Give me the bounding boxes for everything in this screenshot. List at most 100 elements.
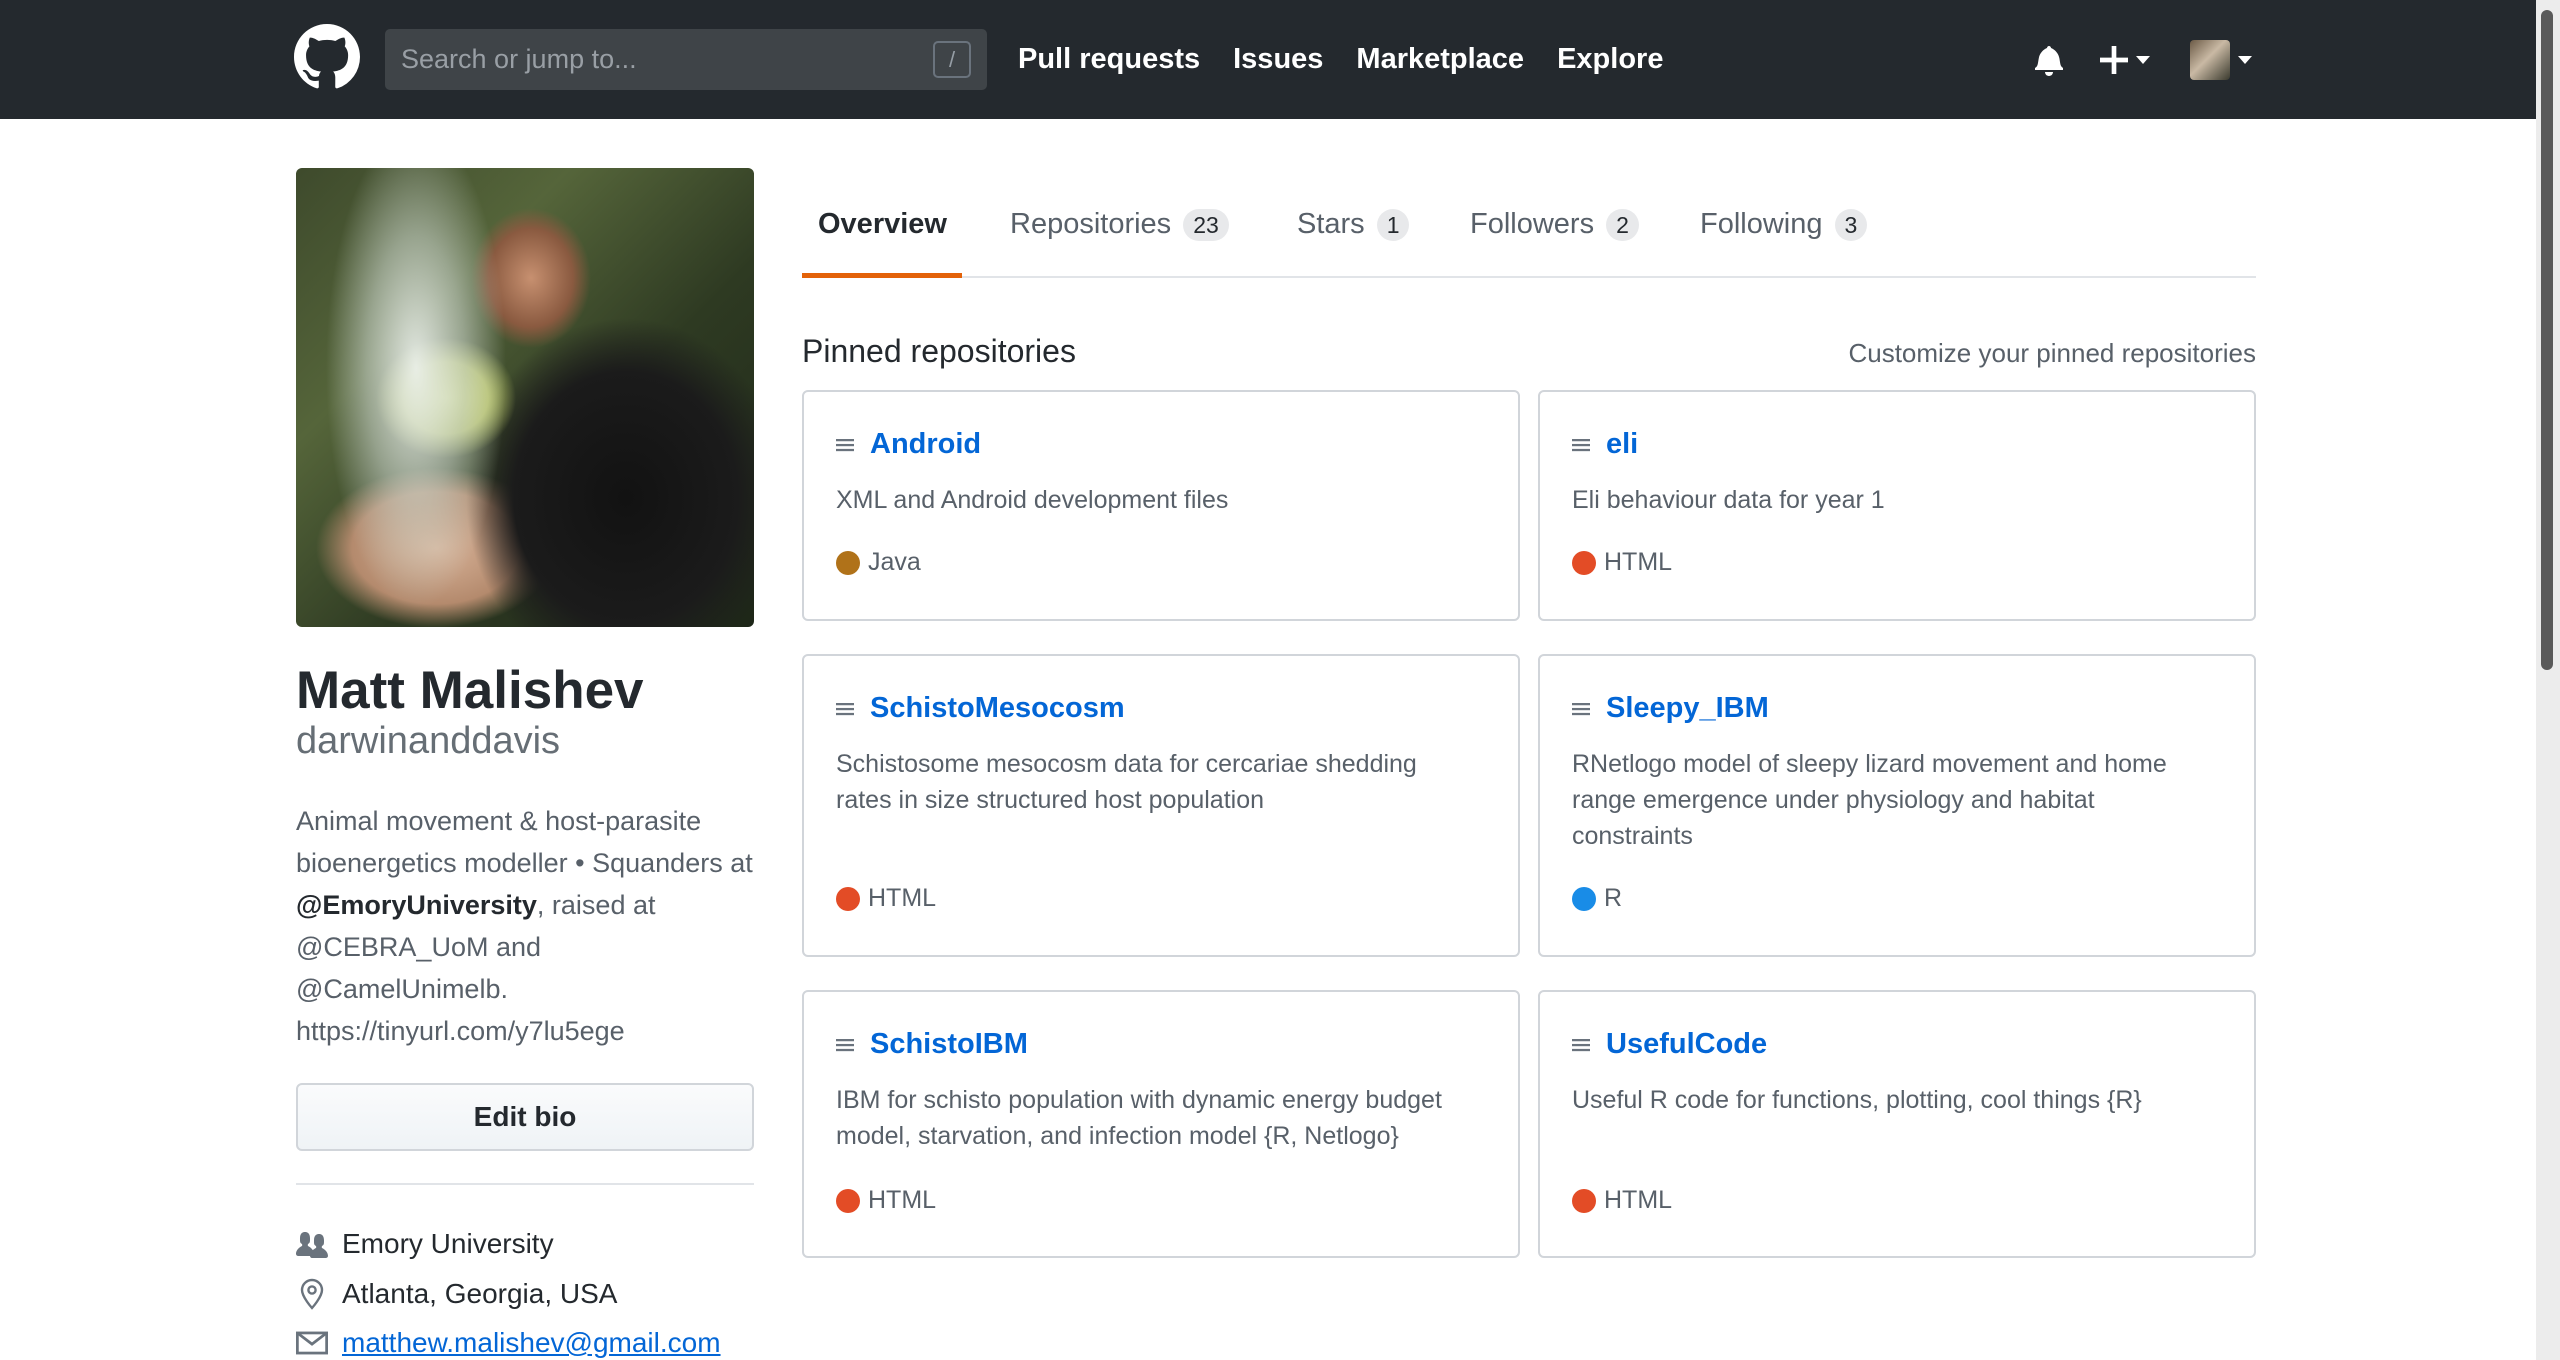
create-new-button[interactable] <box>2100 0 2150 119</box>
tab-label: Repositories <box>1010 208 1172 240</box>
repo-language: HTML <box>836 1186 936 1215</box>
repo-description: Eli behaviour data for year 1 <box>1572 486 1885 514</box>
repo-name-link[interactable]: eli <box>1606 428 1638 461</box>
repo-name-link[interactable]: SchistoIBM <box>870 1028 1028 1061</box>
drag-handle-icon[interactable] <box>836 701 854 717</box>
organization-name: Emory University <box>342 1228 554 1259</box>
repo-card: Sleepy_IBM RNetlogo model of sleepy liza… <box>1538 654 2256 957</box>
bio-mention-link[interactable]: @EmoryUniversity <box>296 890 537 920</box>
email-detail: matthew.malishev@gmail.com <box>296 1327 776 1359</box>
tab-repositories[interactable]: Repositories 23 <box>1010 208 1229 241</box>
language-name: HTML <box>868 1186 937 1214</box>
search-input[interactable] <box>401 44 921 75</box>
drag-handle-icon[interactable] <box>1572 701 1590 717</box>
github-logo-icon[interactable] <box>294 24 360 90</box>
repo-name-link[interactable]: Sleepy_IBM <box>1606 692 1769 725</box>
user-menu-button[interactable] <box>2190 0 2252 119</box>
profile-name: Matt Malishev <box>296 661 644 720</box>
tab-followers[interactable]: Followers 2 <box>1470 208 1639 241</box>
repo-card: SchistoIBM IBM for schisto population wi… <box>802 990 1520 1258</box>
chevron-down-icon <box>2238 55 2252 64</box>
tab-following[interactable]: Following 3 <box>1700 208 1868 241</box>
tabs-divider <box>802 276 2256 278</box>
language-color-dot <box>836 886 860 911</box>
repo-language: HTML <box>1572 548 1672 577</box>
language-color-dot <box>836 550 860 575</box>
bell-icon <box>2035 45 2064 76</box>
tab-overview[interactable]: Overview <box>818 208 947 241</box>
tab-stars[interactable]: Stars 1 <box>1297 208 1410 241</box>
search-box[interactable]: / <box>385 29 987 90</box>
mail-icon <box>296 1331 328 1355</box>
page-scrollbar[interactable] <box>2536 0 2560 1360</box>
selected-tab-indicator <box>802 273 962 278</box>
repo-name-link[interactable]: SchistoMesocosm <box>870 692 1125 725</box>
repo-card: eli Eli behaviour data for year 1 HTML <box>1538 390 2256 621</box>
count-badge: 3 <box>1834 208 1868 241</box>
language-color-dot <box>1572 1188 1596 1213</box>
language-name: Java <box>868 548 921 576</box>
repo-language: R <box>1572 884 1622 913</box>
nav-explore[interactable]: Explore <box>1557 43 1663 76</box>
scrollbar-thumb[interactable] <box>2541 10 2553 670</box>
drag-handle-icon[interactable] <box>836 437 854 453</box>
repo-card-header: Android <box>836 428 981 461</box>
tab-label: Stars <box>1297 208 1365 240</box>
drag-handle-icon[interactable] <box>1572 437 1590 453</box>
tab-label: Following <box>1700 208 1823 240</box>
chevron-down-icon <box>2136 55 2150 64</box>
repo-language: HTML <box>1572 1186 1672 1215</box>
repo-card: UsefulCode Useful R code for functions, … <box>1538 990 2256 1258</box>
count-badge: 2 <box>1606 208 1639 241</box>
repo-language: HTML <box>836 884 936 913</box>
repo-card-header: SchistoIBM <box>836 1028 1028 1061</box>
plus-icon <box>2100 45 2128 74</box>
language-name: HTML <box>1604 548 1673 576</box>
repo-language: Java <box>836 548 921 577</box>
location-pin-icon <box>300 1278 324 1310</box>
notifications-button[interactable] <box>2034 0 2064 119</box>
nav-issues[interactable]: Issues <box>1233 43 1323 76</box>
profile-username: darwinanddavis <box>296 720 561 762</box>
organization-detail: Emory University <box>296 1228 776 1260</box>
top-header: / Pull requests Issues Marketplace Explo… <box>0 0 2536 119</box>
pinned-repositories-title: Pinned repositories <box>802 333 1076 369</box>
repo-name-link[interactable]: Android <box>870 428 981 461</box>
repo-description: RNetlogo model of sleepy lizard movement… <box>1572 750 2167 850</box>
count-badge: 23 <box>1183 208 1229 241</box>
location-text: Atlanta, Georgia, USA <box>342 1278 618 1309</box>
repo-name-link[interactable]: UsefulCode <box>1606 1028 1767 1061</box>
edit-bio-button[interactable]: Edit bio <box>296 1083 754 1151</box>
repo-card: SchistoMesocosm Schistosome mesocosm dat… <box>802 654 1520 957</box>
customize-pinned-link[interactable]: Customize your pinned repositories <box>1848 338 2256 369</box>
repo-description: Useful R code for functions, plotting, c… <box>1572 1086 2142 1114</box>
profile-bio: Animal movement & host-parasite bioenerg… <box>296 800 756 1052</box>
divider <box>296 1183 754 1185</box>
repo-card-header: UsefulCode <box>1572 1028 1767 1061</box>
header-nav: Pull requests Issues Marketplace Explore <box>1018 0 1696 119</box>
drag-handle-icon[interactable] <box>836 1037 854 1053</box>
repo-card-header: Sleepy_IBM <box>1572 692 1769 725</box>
nav-marketplace[interactable]: Marketplace <box>1356 43 1524 76</box>
language-name: R <box>1604 884 1623 912</box>
language-name: HTML <box>1604 1186 1673 1214</box>
repo-description: IBM for schisto population with dynamic … <box>836 1086 1442 1150</box>
avatar <box>2190 39 2230 80</box>
language-name: HTML <box>868 884 937 912</box>
repo-description: XML and Android development files <box>836 486 1229 514</box>
language-color-dot <box>1572 886 1596 911</box>
language-color-dot <box>836 1188 860 1213</box>
language-color-dot <box>1572 550 1596 575</box>
location-detail: Atlanta, Georgia, USA <box>296 1278 776 1310</box>
profile-avatar[interactable] <box>296 168 754 627</box>
email-link[interactable]: matthew.malishev@gmail.com <box>342 1327 721 1359</box>
repo-card-header: eli <box>1572 428 1638 461</box>
bio-text: Animal movement & host-parasite bioenerg… <box>296 806 753 878</box>
repo-card-header: SchistoMesocosm <box>836 692 1125 725</box>
count-badge: 1 <box>1376 208 1410 241</box>
people-icon <box>296 1232 328 1258</box>
slash-key-hint: / <box>933 41 971 78</box>
nav-pull-requests[interactable]: Pull requests <box>1018 43 1200 76</box>
drag-handle-icon[interactable] <box>1572 1037 1590 1053</box>
repo-description: Schistosome mesocosm data for cercariae … <box>836 750 1417 814</box>
